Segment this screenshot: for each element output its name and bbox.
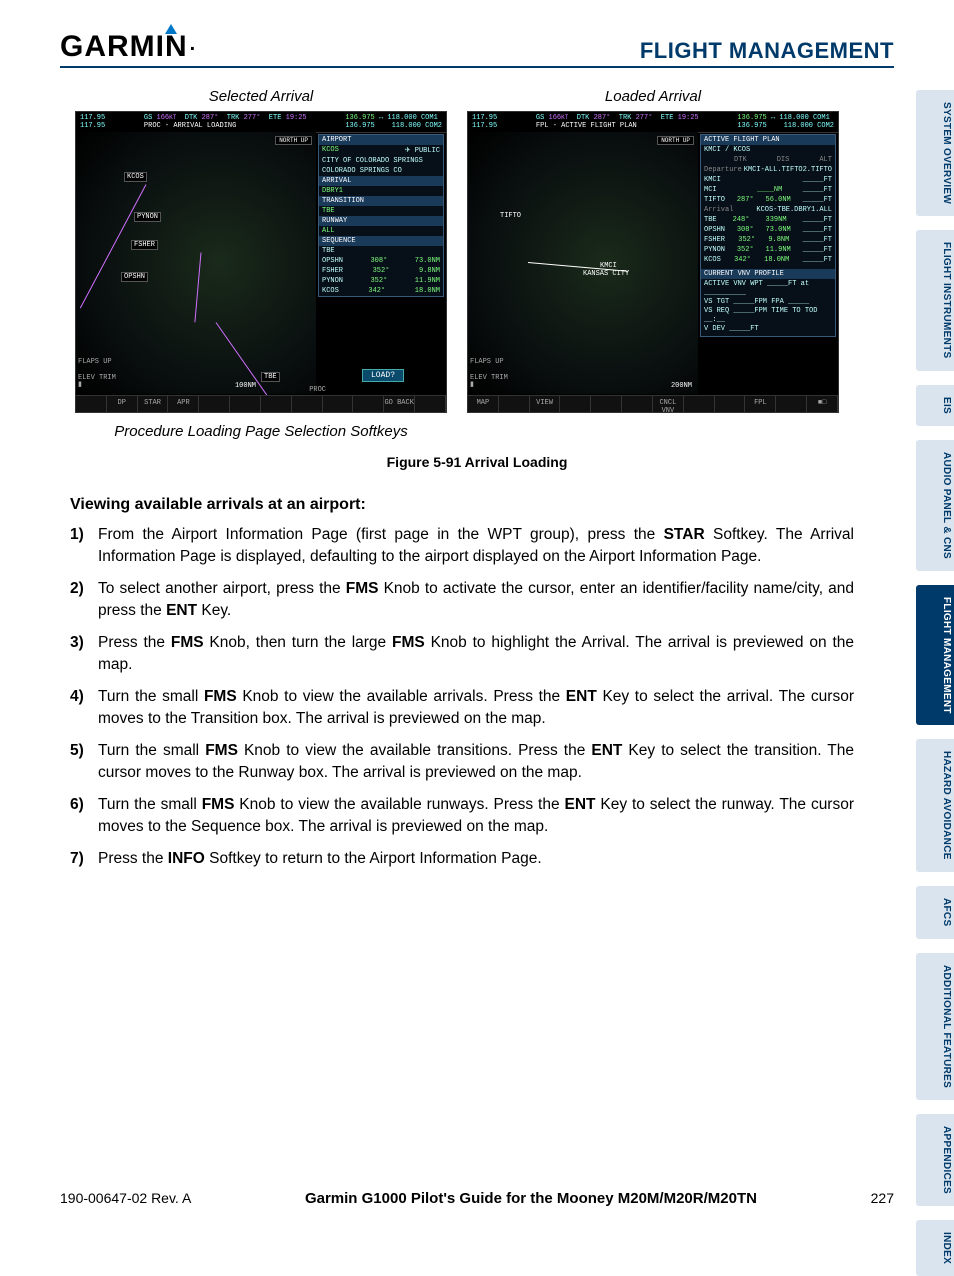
softkey bbox=[199, 396, 230, 412]
step: 1)From the Airport Information Page (fir… bbox=[70, 524, 854, 568]
softkey[interactable]: STAR bbox=[138, 396, 169, 412]
footer-pagenum: 227 bbox=[871, 1190, 894, 1206]
softkey bbox=[261, 396, 292, 412]
softkey bbox=[591, 396, 622, 412]
topbar-left: 117.95117.95 GS 166KT DTK 287° TRK 277° … bbox=[76, 112, 446, 133]
info-panel-left: AIRPORT KCOS✈ PUBLIC CITY OF COLORADO SP… bbox=[318, 134, 444, 297]
tab-index[interactable]: INDEX bbox=[916, 1220, 954, 1276]
map-left: KCOS PYNON FSHER OPSHN TBE 100NM bbox=[76, 132, 316, 394]
figure-caption: Figure 5-91 Arrival Loading bbox=[60, 454, 894, 470]
step: 2)To select another airport, press the F… bbox=[70, 578, 854, 622]
tab-eis[interactable]: EIS bbox=[916, 385, 954, 426]
garmin-logo: GARMIN. bbox=[60, 30, 206, 64]
softkey[interactable]: MAP bbox=[468, 396, 499, 412]
softkey bbox=[353, 396, 384, 412]
figure-right: Loaded Arrival 117.95117.95 GS 166KT DTK… bbox=[467, 88, 839, 440]
softkey[interactable]: DP bbox=[107, 396, 138, 412]
figures-row: Selected Arrival 117.95117.95 GS 166KT D… bbox=[60, 88, 854, 440]
section-title: FLIGHT MANAGEMENT bbox=[640, 38, 894, 64]
softkey[interactable]: APR bbox=[168, 396, 199, 412]
figure-left: Selected Arrival 117.95117.95 GS 166KT D… bbox=[75, 88, 447, 440]
tab-audio-panel-cns[interactable]: AUDIO PANEL & CNS bbox=[916, 440, 954, 571]
screen-loaded-arrival: 117.95117.95 GS 166KT DTK 287° TRK 277° … bbox=[467, 111, 839, 413]
softkey[interactable]: FPL bbox=[745, 396, 776, 412]
north-up-label: NORTH UP bbox=[275, 136, 312, 145]
softkey bbox=[292, 396, 323, 412]
footer-docnum: 190-00647-02 Rev. A bbox=[60, 1190, 191, 1206]
softkey-caption: Procedure Loading Page Selection Softkey… bbox=[114, 423, 408, 440]
tab-afcs[interactable]: AFCS bbox=[916, 886, 954, 938]
north-up-label-r: NORTH UP bbox=[657, 136, 694, 145]
softkey bbox=[776, 396, 807, 412]
softkey bbox=[230, 396, 261, 412]
figure-left-label: Selected Arrival bbox=[209, 88, 314, 105]
info-panel-right: ACTIVE FLIGHT PLAN KMCI / KCOS DTKDISALT… bbox=[700, 134, 836, 337]
flaps-indicator-left: FLAPS UPELEV TRIM▮ bbox=[78, 359, 116, 390]
procedure-steps: 1)From the Airport Information Page (fir… bbox=[70, 524, 854, 870]
softkey bbox=[684, 396, 715, 412]
softkey[interactable]: CNCL VNV bbox=[653, 396, 684, 412]
page-header: GARMIN. FLIGHT MANAGEMENT bbox=[60, 30, 894, 68]
procedure-heading: Viewing available arrivals at an airport… bbox=[70, 496, 854, 514]
softkey bbox=[76, 396, 107, 412]
side-tabs: SYSTEM OVERVIEW FLIGHT INSTRUMENTS EIS AUDI… bbox=[916, 90, 954, 1276]
load-button[interactable]: LOAD? bbox=[362, 369, 404, 382]
tab-flight-management[interactable]: FLIGHT MANAGEMENT bbox=[916, 585, 954, 726]
softkey[interactable]: ■□ bbox=[807, 396, 838, 412]
logo-triangle-icon bbox=[165, 24, 177, 34]
softkey bbox=[415, 396, 446, 412]
tab-hazard-avoidance[interactable]: HAZARD AVOIDANCE bbox=[916, 739, 954, 872]
softkeys-left: DPSTARAPR GO BACK bbox=[76, 395, 446, 412]
step: 3)Press the FMS Knob, then turn the larg… bbox=[70, 632, 854, 676]
tab-additional-features[interactable]: ADDITIONAL FEATURES bbox=[916, 953, 954, 1100]
tab-appendices[interactable]: APPENDICES bbox=[916, 1114, 954, 1206]
page-footer: 190-00647-02 Rev. A Garmin G1000 Pilot's… bbox=[60, 1190, 894, 1207]
logo-text: GARMIN bbox=[60, 30, 188, 63]
step: 7)Press the INFO Softkey to return to th… bbox=[70, 848, 854, 870]
figure-right-label: Loaded Arrival bbox=[605, 88, 701, 105]
tab-flight-instruments[interactable]: FLIGHT INSTRUMENTS bbox=[916, 230, 954, 371]
screen-selected-arrival: 117.95117.95 GS 166KT DTK 287° TRK 277° … bbox=[75, 111, 447, 413]
step: 5)Turn the small FMS Knob to view the av… bbox=[70, 740, 854, 784]
footer-title: Garmin G1000 Pilot's Guide for the Moone… bbox=[305, 1190, 757, 1207]
softkey bbox=[323, 396, 354, 412]
step: 4)Turn the small FMS Knob to view the av… bbox=[70, 686, 854, 730]
softkey bbox=[499, 396, 530, 412]
softkey bbox=[560, 396, 591, 412]
map-right: TIFTO KMCI KANSAS CITY 200NM bbox=[468, 132, 698, 394]
flaps-indicator-right: FLAPS UPELEV TRIM▮ bbox=[470, 359, 508, 390]
tab-system-overview[interactable]: SYSTEM OVERVIEW bbox=[916, 90, 954, 216]
softkey[interactable]: GO BACK bbox=[384, 396, 415, 412]
softkey bbox=[622, 396, 653, 412]
softkeys-right: MAP VIEW CNCL VNV FPL ■□ bbox=[468, 395, 838, 412]
sequence-rows: TBEOPSHN308°73.0NMFSHER352°9.8NMPYNON352… bbox=[319, 246, 443, 296]
page: GARMIN. FLIGHT MANAGEMENT SYSTEM OVERVIE… bbox=[0, 0, 954, 1235]
topbar-right: 117.95117.95 GS 166KT DTK 287° TRK 277° … bbox=[468, 112, 838, 133]
softkey bbox=[715, 396, 746, 412]
step: 6)Turn the small FMS Knob to view the av… bbox=[70, 794, 854, 838]
softkey[interactable]: VIEW bbox=[530, 396, 561, 412]
